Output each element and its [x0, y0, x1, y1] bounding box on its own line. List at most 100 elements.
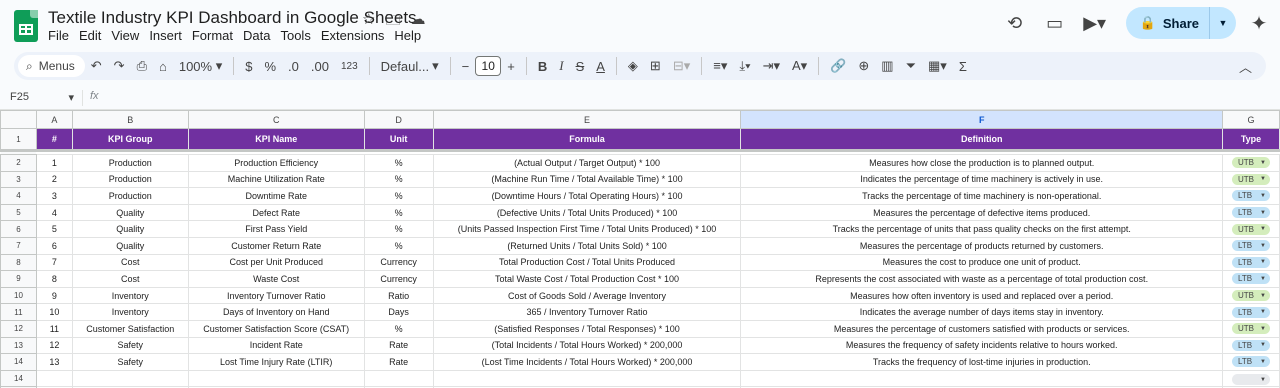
- cell-unit[interactable]: %: [363, 154, 434, 172]
- cell-group[interactable]: Safety: [71, 336, 189, 355]
- row-number[interactable]: 13: [0, 336, 37, 355]
- zoom-select[interactable]: 100% ▾: [173, 54, 228, 78]
- cell-name[interactable]: Production Efficiency: [187, 154, 365, 172]
- row-number[interactable]: 14: [0, 369, 37, 388]
- cell-type[interactable]: LTB ▼: [1222, 270, 1280, 288]
- cell-formula[interactable]: (Total Incidents / Total Hours Worked) *…: [432, 336, 742, 355]
- row-number[interactable]: 14: [0, 353, 37, 371]
- cell-group[interactable]: Safety: [71, 353, 189, 371]
- cell-name[interactable]: Downtime Rate: [187, 187, 365, 205]
- type-dropdown-chip[interactable]: LTB ▼: [1232, 273, 1270, 285]
- type-dropdown-chip[interactable]: ▼: [1232, 374, 1270, 386]
- font-select[interactable]: Defaul... ▾: [375, 54, 445, 78]
- text-wrapping-icon[interactable]: ⇥▾: [757, 54, 786, 78]
- type-dropdown-chip[interactable]: LTB ▼: [1232, 306, 1270, 318]
- cell-n[interactable]: 5: [35, 220, 73, 238]
- text-rotation-icon[interactable]: A▾: [786, 54, 813, 78]
- cell-unit[interactable]: Currency: [363, 253, 434, 272]
- comments-icon[interactable]: ▭: [1038, 6, 1072, 40]
- cell-n[interactable]: 13: [35, 353, 73, 371]
- font-size-input[interactable]: 10: [475, 56, 502, 76]
- cell-def[interactable]: Measures the percentage of products retu…: [740, 236, 1223, 255]
- menu-data[interactable]: Data: [243, 28, 278, 43]
- cell-type[interactable]: UTB ▼: [1222, 319, 1280, 338]
- cell-n[interactable]: 8: [35, 270, 73, 288]
- cell-group[interactable]: Cost: [71, 270, 189, 288]
- menu-search[interactable]: ⌕ Menus: [18, 55, 85, 77]
- cell-type[interactable]: UTB ▼: [1222, 154, 1280, 172]
- row-number[interactable]: 4: [0, 187, 37, 205]
- cell-def[interactable]: Indicates the percentage of time machine…: [740, 170, 1223, 189]
- cell-name[interactable]: Lost Time Injury Rate (LTIR): [187, 353, 365, 371]
- column-header-e[interactable]: E: [432, 110, 742, 129]
- cell-group[interactable]: Production: [71, 170, 189, 189]
- cell-group[interactable]: Inventory: [71, 303, 189, 321]
- row-number[interactable]: 2: [0, 154, 37, 172]
- empty-cell[interactable]: [363, 369, 434, 388]
- empty-cell[interactable]: [71, 369, 189, 388]
- borders-icon[interactable]: ⊞: [644, 54, 667, 78]
- cell-type[interactable]: LTB ▼: [1222, 303, 1280, 321]
- meet-video-icon[interactable]: ▶▾: [1078, 6, 1112, 40]
- cell-unit[interactable]: Rate: [363, 353, 434, 371]
- header-cell[interactable]: Formula: [432, 128, 742, 151]
- cell-def[interactable]: Tracks the percentage of units that pass…: [740, 220, 1223, 238]
- row-number[interactable]: 6: [0, 220, 37, 238]
- currency-format-button[interactable]: $: [239, 54, 258, 78]
- column-header-a[interactable]: A: [35, 110, 73, 129]
- type-dropdown-chip[interactable]: LTB ▼: [1232, 207, 1270, 219]
- column-header-c[interactable]: C: [187, 110, 365, 129]
- cell-def[interactable]: Indicates the average number of days ite…: [740, 303, 1223, 321]
- type-dropdown-chip[interactable]: LTB ▼: [1232, 339, 1270, 351]
- cell-name[interactable]: Waste Cost: [187, 270, 365, 288]
- gemini-sparkle-icon[interactable]: ✦: [1244, 8, 1274, 38]
- cell-n[interactable]: 4: [35, 203, 73, 222]
- menu-insert[interactable]: Insert: [149, 28, 190, 43]
- increase-decimal-button[interactable]: .00: [305, 54, 335, 78]
- row-number[interactable]: 3: [0, 170, 37, 189]
- menu-extensions[interactable]: Extensions: [321, 28, 393, 43]
- history-icon[interactable]: ⟲: [998, 6, 1032, 40]
- cell-formula[interactable]: Total Production Cost / Total Units Prod…: [432, 253, 742, 272]
- type-dropdown-chip[interactable]: UTB ▼: [1232, 223, 1270, 235]
- cell-unit[interactable]: Ratio: [363, 286, 434, 305]
- empty-cell[interactable]: [740, 369, 1223, 388]
- empty-cell[interactable]: [187, 369, 365, 388]
- cell-unit[interactable]: Currency: [363, 270, 434, 288]
- increase-font-size-button[interactable]: +: [501, 54, 521, 78]
- cell-formula[interactable]: (Returned Units / Total Units Sold) * 10…: [432, 236, 742, 255]
- menu-help[interactable]: Help: [394, 28, 429, 43]
- spreadsheet-grid[interactable]: A B C D E F G 1 # KPI Group KPI Name Unit Formula Def…: [0, 110, 1280, 388]
- cell-formula[interactable]: 365 / Inventory Turnover Ratio: [432, 303, 742, 321]
- insert-chart-icon[interactable]: ▥: [875, 54, 899, 78]
- cell-group[interactable]: Production: [71, 187, 189, 205]
- decrease-decimal-button[interactable]: .0: [282, 54, 305, 78]
- cell-type[interactable]: UTB ▼: [1222, 286, 1280, 305]
- share-button[interactable]: 🔒 Share ▼: [1125, 7, 1236, 39]
- cell-group[interactable]: Customer Satisfaction: [71, 319, 189, 338]
- type-dropdown-chip[interactable]: UTB ▼: [1232, 157, 1270, 169]
- cell-def[interactable]: Tracks the percentage of time machinery …: [740, 187, 1223, 205]
- cell-type[interactable]: LTB ▼: [1222, 253, 1280, 272]
- paint-format-icon[interactable]: ⌂: [153, 54, 173, 78]
- menu-view[interactable]: View: [111, 28, 147, 43]
- type-dropdown-chip[interactable]: UTB ▼: [1232, 323, 1270, 335]
- column-header-g[interactable]: G: [1222, 110, 1280, 129]
- header-cell[interactable]: Type: [1222, 128, 1280, 151]
- cell-unit[interactable]: %: [363, 220, 434, 238]
- name-box[interactable]: F25 ▾: [10, 91, 74, 104]
- cell-name[interactable]: Inventory Turnover Ratio: [187, 286, 365, 305]
- cell-unit[interactable]: Rate: [363, 336, 434, 355]
- filter-icon[interactable]: ⏷: [900, 54, 922, 78]
- merge-cells-icon[interactable]: ⊟▾: [667, 54, 696, 78]
- cell-type[interactable]: LTB ▼: [1222, 236, 1280, 255]
- print-icon[interactable]: ⎙: [131, 54, 153, 78]
- cell-name[interactable]: Machine Utilization Rate: [187, 170, 365, 189]
- cell-n[interactable]: 9: [35, 286, 73, 305]
- cell-group[interactable]: Production: [71, 154, 189, 172]
- cell-formula[interactable]: (Machine Run Time / Total Available Time…: [432, 170, 742, 189]
- cell-def[interactable]: Tracks the frequency of lost-time injuri…: [740, 353, 1223, 371]
- cell-group[interactable]: Quality: [71, 203, 189, 222]
- row-number[interactable]: 5: [0, 203, 37, 222]
- share-dropdown-icon[interactable]: ▼: [1210, 18, 1236, 28]
